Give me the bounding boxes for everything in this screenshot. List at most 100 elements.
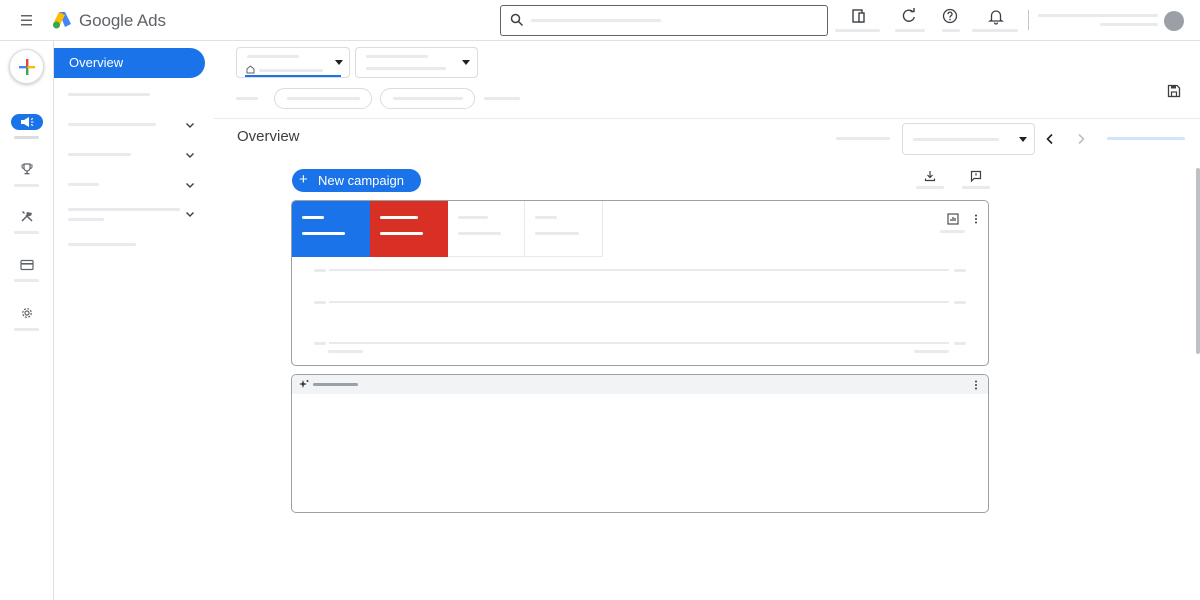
more-vert-icon[interactable] (972, 213, 980, 225)
feedback-label-bar (962, 186, 990, 189)
trophy-icon (20, 162, 34, 176)
y-axis-tick-bar (314, 301, 326, 304)
insights-card (291, 374, 989, 513)
top-app-bar: Google Ads (0, 0, 1200, 41)
nav-group-placeholder[interactable] (68, 123, 156, 126)
new-campaign-button[interactable]: + New campaign (292, 169, 421, 192)
page-scrollbar[interactable] (1196, 168, 1200, 354)
campaigns-label-bar (14, 136, 39, 139)
y-axis-tick-bar (954, 301, 966, 304)
metric-name-bar (380, 216, 418, 219)
chevron-right-icon[interactable] (1074, 132, 1088, 146)
nav-group-placeholder[interactable] (68, 153, 131, 156)
reports-icon[interactable] (850, 7, 868, 25)
megaphone-icon (20, 116, 34, 128)
dropdown-value-bar (259, 69, 323, 72)
google-ads-logo[interactable] (52, 10, 72, 30)
dropdown-value-bar (366, 67, 446, 70)
sparkle-icon (299, 379, 309, 389)
metric-tile-4[interactable] (525, 201, 603, 257)
goals-label-bar (14, 184, 39, 187)
reports-label-bar (835, 29, 880, 32)
metric-name-bar (302, 216, 324, 219)
account-avatar[interactable] (1164, 11, 1184, 31)
gear-icon (20, 306, 34, 320)
metric-value-bar (458, 232, 501, 235)
chevron-left-icon[interactable] (1043, 132, 1057, 146)
date-range-label-bar (836, 137, 890, 140)
chart-gridline (329, 269, 949, 271)
dropdown-active-underline (245, 75, 341, 77)
nav-group-placeholder[interactable] (68, 208, 180, 211)
tools-label-bar (14, 231, 39, 234)
save-icon[interactable] (1167, 84, 1181, 98)
nav-item-overview[interactable]: Overview (54, 48, 205, 78)
help-icon[interactable] (941, 7, 959, 25)
insights-card-header (292, 375, 988, 394)
y-axis-tick-bar (314, 269, 326, 272)
metric-value-bar (302, 232, 345, 235)
new-campaign-label: New campaign (318, 173, 404, 188)
metric-tile-2[interactable] (370, 201, 448, 257)
admin-label-bar (14, 328, 39, 331)
account-selector-dropdown[interactable] (236, 47, 350, 78)
dropdown-label-bar (247, 55, 299, 58)
filter-chip[interactable] (274, 88, 372, 109)
nav-group-placeholder[interactable] (68, 183, 99, 186)
metric-tile-1[interactable] (292, 201, 370, 257)
refresh-icon[interactable] (900, 7, 918, 25)
dropdown-arrow-icon (335, 60, 343, 65)
chevron-down-icon[interactable] (184, 149, 196, 161)
nav-item-placeholder[interactable] (68, 93, 150, 96)
metric-name-bar (458, 216, 488, 219)
search-placeholder-bar (531, 19, 661, 22)
metric-tile-3[interactable] (448, 201, 525, 257)
campaigns-nav-button[interactable] (11, 114, 43, 130)
search-box[interactable] (500, 5, 828, 36)
menu-icon[interactable] (14, 10, 38, 30)
chart-gridline (329, 342, 949, 344)
notifications-label-bar (972, 29, 1018, 32)
header-divider (214, 118, 1200, 119)
y-axis-tick-bar (954, 342, 966, 345)
chevron-down-icon[interactable] (184, 208, 196, 220)
search-icon (510, 13, 524, 27)
comparison-label-bar (1107, 137, 1185, 140)
refresh-label-bar (895, 29, 925, 32)
filter-add-bar[interactable] (484, 97, 520, 100)
filter-label-bar (236, 97, 258, 100)
page-navigation-panel: Overview (54, 41, 214, 600)
date-range-selector[interactable] (902, 123, 1035, 155)
performance-card (291, 200, 989, 366)
billing-icon (20, 259, 34, 271)
top-bar-divider (1028, 10, 1029, 30)
app-brand-name: Google Ads (79, 11, 166, 30)
dropdown-arrow-icon (1019, 137, 1027, 142)
chart-icon[interactable] (947, 213, 959, 225)
billing-label-bar (14, 279, 39, 282)
metric-name-bar (535, 216, 557, 219)
filter-chip[interactable] (380, 88, 475, 109)
chevron-down-icon[interactable] (184, 119, 196, 131)
tools-icon (20, 209, 34, 223)
help-label-bar (942, 29, 960, 32)
dropdown-label-bar (366, 55, 428, 58)
home-icon (246, 65, 255, 74)
nav-group-placeholder-sub (68, 218, 104, 221)
download-icon[interactable] (923, 169, 937, 183)
account-id-bar (1100, 23, 1158, 26)
download-label-bar (916, 186, 944, 189)
date-range-value-bar (913, 138, 999, 141)
y-axis-tick-bar (314, 342, 326, 345)
x-axis-end-bar (914, 350, 949, 353)
more-vert-icon[interactable] (972, 379, 980, 391)
bell-icon[interactable] (987, 7, 1005, 25)
metric-value-bar (535, 232, 579, 235)
view-selector-dropdown[interactable] (355, 47, 478, 78)
insights-title-bar (313, 383, 358, 386)
nav-item-placeholder[interactable] (68, 243, 136, 246)
chevron-down-icon[interactable] (184, 179, 196, 191)
create-button[interactable] (9, 49, 44, 84)
left-navigation-rail (0, 41, 54, 600)
feedback-icon[interactable] (969, 169, 983, 183)
